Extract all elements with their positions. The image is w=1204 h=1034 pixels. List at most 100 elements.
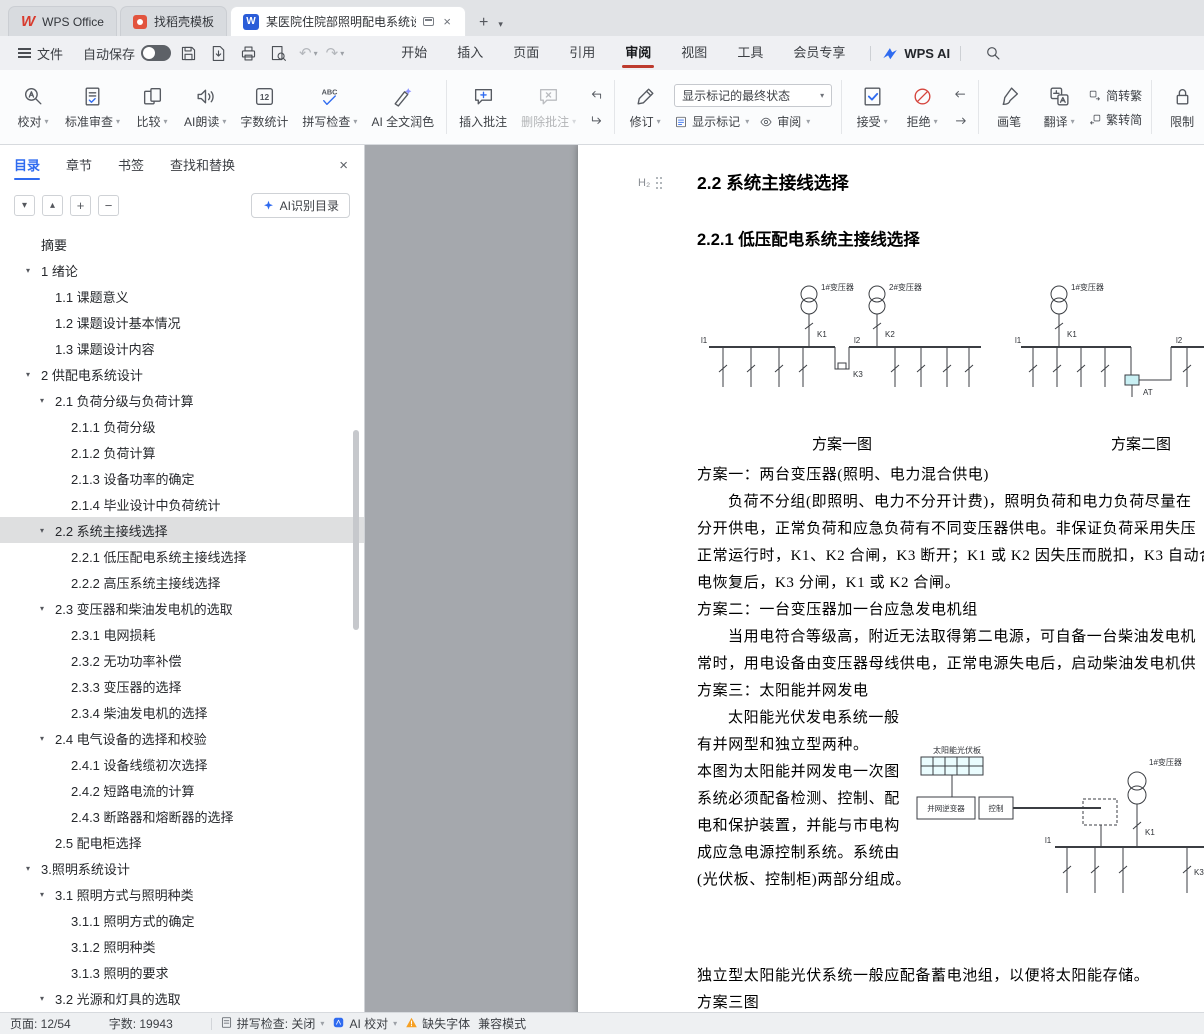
accept-change-button[interactable]: 接受▾ bbox=[847, 80, 897, 134]
toc-item[interactable]: ▾ 1.3 课题设计内容 bbox=[0, 335, 364, 361]
toc-item[interactable]: ▾ 2.1.4 毕业设计中负荷统计 bbox=[0, 491, 364, 517]
pin-tab-icon[interactable] bbox=[423, 17, 434, 26]
toc-item[interactable]: ▾ 1.1 课题意义 bbox=[0, 283, 364, 309]
doc-heading-2-2[interactable]: 2.2 系统主接线选择 bbox=[697, 171, 1204, 195]
next-comment-button[interactable] bbox=[585, 110, 607, 128]
toc-item[interactable]: ▾ 2.2 系统主接线选择 bbox=[0, 517, 364, 543]
toc-item[interactable]: ▾ 3.1.2 照明种类 bbox=[0, 933, 364, 959]
menu-tab[interactable]: 页面 bbox=[498, 36, 554, 70]
ai-recognize-toc-button[interactable]: AI识别目录 bbox=[251, 193, 350, 218]
figure-scheme2[interactable]: 1#变压器 K1 ~ l1 l2 bbox=[1011, 277, 1204, 456]
toc-item[interactable]: ▾ 2.4.1 设备线缆初次选择 bbox=[0, 751, 364, 777]
expand-triangle-icon[interactable]: ▾ bbox=[40, 734, 55, 743]
figure-caption[interactable]: 方案一图 bbox=[697, 434, 987, 456]
menu-tab[interactable]: 开始 bbox=[386, 36, 442, 70]
expand-triangle-icon[interactable]: ▾ bbox=[40, 396, 55, 405]
reject-change-button[interactable]: 拒绝▾ bbox=[897, 80, 947, 134]
doc-text-line[interactable]: 电和保护装置，并能与市电构 bbox=[697, 813, 905, 840]
collapse-all-button[interactable]: ▾ bbox=[14, 195, 35, 216]
expand-triangle-icon[interactable]: ▾ bbox=[40, 994, 55, 1003]
previous-change-button[interactable] bbox=[949, 86, 971, 104]
doc-text-line[interactable]: 有并网型和独立型两种。 bbox=[697, 732, 905, 759]
wps-ai-button[interactable]: WPS AI bbox=[881, 45, 950, 62]
next-change-button[interactable] bbox=[949, 110, 971, 128]
markup-state-select[interactable]: 显示标记的最终状态 ▾ bbox=[674, 84, 832, 107]
drag-handle-icon[interactable] bbox=[656, 177, 658, 179]
doc-text-line[interactable]: 电恢复后，K3 分闸，K1 或 K2 合闸。 bbox=[697, 570, 1204, 597]
toc-item[interactable]: ▾ 2.4.2 短路电流的计算 bbox=[0, 777, 364, 803]
toc-item[interactable]: ▾ 2.4 电气设备的选择和校验 bbox=[0, 725, 364, 751]
expand-triangle-icon[interactable]: ▾ bbox=[26, 370, 41, 379]
menu-tab[interactable]: 视图 bbox=[666, 36, 722, 70]
toc-item[interactable]: ▾ 1.2 课题设计基本情况 bbox=[0, 309, 364, 335]
ai-proofread-status[interactable]: AI 校对 ▾ bbox=[332, 1015, 397, 1032]
redo-button[interactable]: ↷ ▾ bbox=[326, 44, 345, 62]
doc-text-line[interactable]: 独立型太阳能光伏系统一般应配备蓄电池组，以便将太阳能存储。 bbox=[697, 963, 1204, 990]
toc-item[interactable]: ▾ 2.1.2 负荷计算 bbox=[0, 439, 364, 465]
doc-heading-2-2-1[interactable]: 2.2.1 低压配电系统主接线选择 bbox=[697, 229, 1204, 251]
expand-triangle-icon[interactable]: ▾ bbox=[26, 864, 41, 873]
search-button[interactable] bbox=[985, 45, 1002, 62]
toc-item[interactable]: ▾ 2.3.4 柴油发电机的选择 bbox=[0, 699, 364, 725]
toc-item[interactable]: ▾ 2.4.3 断路器和熔断器的选择 bbox=[0, 803, 364, 829]
doc-text-line[interactable]: 方案一：两台变压器(照明、电力混合供电) bbox=[697, 462, 1204, 489]
new-tab-button[interactable]: + bbox=[469, 14, 496, 36]
track-changes-button[interactable]: 修订▾ bbox=[620, 80, 670, 134]
redo-caret-icon[interactable]: ▾ bbox=[340, 49, 344, 58]
autosave-control[interactable]: 自动保存 bbox=[83, 44, 171, 63]
simplified-to-traditional-button[interactable]: 简转繁 bbox=[1088, 87, 1142, 104]
toc-item[interactable]: ▾ 2.3.1 电网损耗 bbox=[0, 621, 364, 647]
doc-text-line[interactable]: 负荷不分组(即照明、电力不分开计费)，照明负荷和电力负荷尽量在 bbox=[697, 489, 1204, 516]
sidebar-tab[interactable]: 章节 bbox=[66, 145, 92, 187]
heading-level-marker[interactable]: H₂ bbox=[638, 177, 658, 189]
tab-list-caret-icon[interactable]: ▾ bbox=[496, 19, 509, 36]
tab-docer-templates[interactable]: 找稻壳模板 bbox=[120, 6, 227, 36]
zoom-out-outline-button[interactable]: − bbox=[98, 195, 119, 216]
toc-item[interactable]: ▾ 2.5 配电柜选择 bbox=[0, 829, 364, 855]
doc-text-line[interactable]: 方案二：一台变压器加一台应急发电机组 bbox=[697, 597, 1204, 624]
toc-item[interactable]: ▾ 3.2 光源和灯具的选取 bbox=[0, 985, 364, 1011]
compare-button[interactable]: 比较▾ bbox=[127, 80, 177, 134]
toc-item[interactable]: ▾ 2.3 变压器和柴油发电机的选取 bbox=[0, 595, 364, 621]
toc-item[interactable]: ▾ 2.1 负荷分级与负荷计算 bbox=[0, 387, 364, 413]
spell-check-button[interactable]: ABC 拼写检查▾ bbox=[295, 80, 364, 134]
ai-polish-button[interactable]: AI 全文润色 bbox=[364, 80, 441, 134]
print-preview-button[interactable] bbox=[265, 41, 291, 65]
toc-item[interactable]: ▾ 3.1 照明方式与照明种类 bbox=[0, 881, 364, 907]
menu-tab[interactable]: 会员专享 bbox=[778, 36, 860, 70]
tab-wps-home[interactable]: W WPS Office bbox=[8, 6, 117, 36]
ai-read-aloud-button[interactable]: AI朗读▾ bbox=[177, 80, 233, 134]
save-button[interactable] bbox=[175, 41, 201, 65]
doc-text-line[interactable]: 系统必须配备检测、控制、配 bbox=[697, 786, 905, 813]
toc-item[interactable]: ▾ 2.1.1 负荷分级 bbox=[0, 413, 364, 439]
close-tab-icon[interactable]: × bbox=[441, 14, 453, 29]
doc-text-line[interactable]: 太阳能光伏发电系统一般 bbox=[697, 705, 905, 732]
page-indicator[interactable]: 页面: 12/54 bbox=[10, 1015, 71, 1032]
toc-item[interactable]: ▾ 3.照明系统设计 bbox=[0, 855, 364, 881]
menu-tab[interactable]: 引用 bbox=[554, 36, 610, 70]
traditional-to-simplified-button[interactable]: 繁转简 bbox=[1088, 111, 1142, 128]
restrict-editing-button[interactable]: 限制 bbox=[1157, 80, 1204, 134]
sidebar-tab[interactable]: 目录 bbox=[14, 145, 40, 187]
toc-item[interactable]: ▾ 2.1.3 设备功率的确定 bbox=[0, 465, 364, 491]
sidebar-tab[interactable]: 书签 bbox=[118, 145, 144, 187]
previous-comment-button[interactable] bbox=[585, 86, 607, 104]
close-sidebar-icon[interactable]: × bbox=[339, 157, 348, 174]
doc-text-line[interactable]: 本图为太阳能并网发电一次图 bbox=[697, 759, 905, 786]
undo-button[interactable]: ↶ ▾ bbox=[299, 44, 318, 62]
missing-font-warning[interactable]: 缺失字体 bbox=[405, 1015, 470, 1032]
show-markup-button[interactable]: 显示标记 ▾ bbox=[674, 113, 749, 130]
spell-check-status[interactable]: 拼写检查: 关闭 ▾ bbox=[220, 1015, 325, 1032]
insert-comment-button[interactable]: 插入批注 bbox=[452, 80, 514, 134]
menu-tab[interactable]: 工具 bbox=[722, 36, 778, 70]
compatibility-mode-indicator[interactable]: 兼容模式 bbox=[478, 1015, 526, 1032]
menu-tab[interactable]: 插入 bbox=[442, 36, 498, 70]
delete-comment-button[interactable]: 删除批注▾ bbox=[514, 80, 583, 134]
doc-text-line[interactable]: 方案三图 bbox=[697, 990, 1204, 1012]
expand-triangle-icon[interactable]: ▾ bbox=[40, 604, 55, 613]
document-canvas[interactable]: H₂ 2.2 系统主接线选择 2.2.1 低压配电系统主接线选择 1#变压器 K… bbox=[365, 145, 1204, 1012]
undo-caret-icon[interactable]: ▾ bbox=[314, 49, 318, 58]
document-page[interactable]: H₂ 2.2 系统主接线选择 2.2.1 低压配电系统主接线选择 1#变压器 K… bbox=[578, 145, 1204, 1012]
print-button[interactable] bbox=[235, 41, 261, 65]
word-count-button[interactable]: 12 字数统计 bbox=[233, 80, 295, 134]
